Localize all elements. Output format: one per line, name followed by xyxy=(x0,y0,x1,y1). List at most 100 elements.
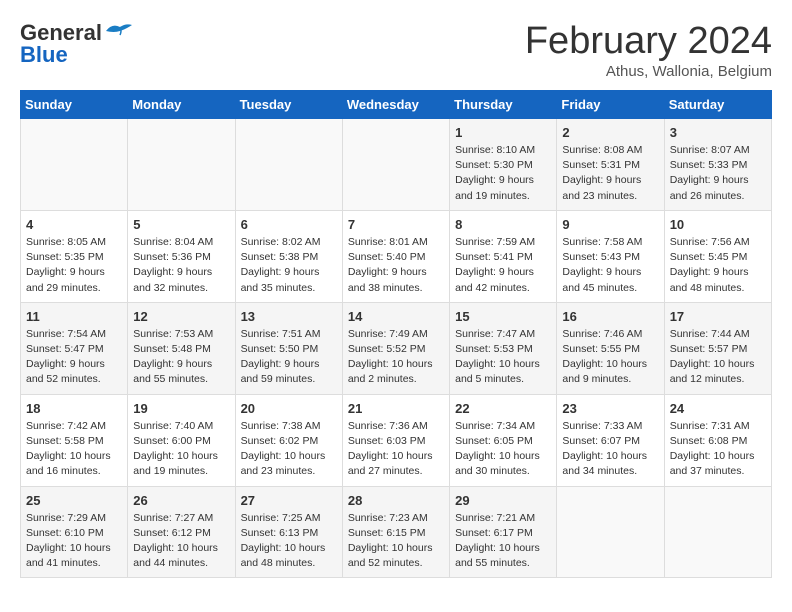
day-number: 7 xyxy=(348,217,444,232)
calendar-cell xyxy=(21,119,128,211)
day-number: 8 xyxy=(455,217,551,232)
calendar-cell xyxy=(342,119,449,211)
day-info: Sunrise: 7:34 AM Sunset: 6:05 PM Dayligh… xyxy=(455,419,551,480)
day-number: 28 xyxy=(348,493,444,508)
calendar-week-row: 18Sunrise: 7:42 AM Sunset: 5:58 PM Dayli… xyxy=(21,394,772,486)
day-info: Sunrise: 7:21 AM Sunset: 6:17 PM Dayligh… xyxy=(455,511,551,572)
calendar-cell: 18Sunrise: 7:42 AM Sunset: 5:58 PM Dayli… xyxy=(21,394,128,486)
calendar-cell: 11Sunrise: 7:54 AM Sunset: 5:47 PM Dayli… xyxy=(21,302,128,394)
calendar-cell: 22 Sunrise: 7:34 AM Sunset: 6:05 PM Dayli… xyxy=(450,394,557,486)
day-number: 14 xyxy=(348,309,444,324)
day-info: Sunrise: 7:40 AM Sunset: 6:00 PM Dayligh… xyxy=(133,419,229,480)
day-number: 29 xyxy=(455,493,551,508)
calendar-cell: 8 Sunrise: 7:59 AM Sunset: 5:41 PM Daylig… xyxy=(450,210,557,302)
day-info: Sunrise: 8:04 AM Sunset: 5:36 PM Dayligh… xyxy=(133,235,229,296)
day-number: 13 xyxy=(241,309,337,324)
calendar-cell: 3 Sunrise: 8:07 AM Sunset: 5:33 PM Daylig… xyxy=(664,119,771,211)
calendar-cell: 1Sunrise: 8:10 AM Sunset: 5:30 PM Daylig… xyxy=(450,119,557,211)
page-header: General Blue February 2024 Athus, Wallon… xyxy=(20,20,772,80)
calendar-cell: 9 Sunrise: 7:58 AM Sunset: 5:43 PM Daylig… xyxy=(557,210,664,302)
day-info: Sunrise: 7:53 AM Sunset: 5:48 PM Dayligh… xyxy=(133,327,229,388)
day-number: 11 xyxy=(26,309,122,324)
calendar-cell: 7 Sunrise: 8:01 AM Sunset: 5:40 PM Daylig… xyxy=(342,210,449,302)
day-number: 5 xyxy=(133,217,229,232)
day-number: 12 xyxy=(133,309,229,324)
header-cell-sunday: Sunday xyxy=(21,91,128,119)
header-cell-tuesday: Tuesday xyxy=(235,91,342,119)
day-info: Sunrise: 7:31 AM Sunset: 6:08 PM Dayligh… xyxy=(670,419,766,480)
day-info: Sunrise: 7:44 AM Sunset: 5:57 PM Dayligh… xyxy=(670,327,766,388)
logo-bird-icon xyxy=(104,21,134,41)
logo: General Blue xyxy=(20,20,134,68)
day-info: Sunrise: 8:10 AM Sunset: 5:30 PM Dayligh… xyxy=(455,143,551,204)
location-subtitle: Athus, Wallonia, Belgium xyxy=(525,63,772,80)
calendar-cell: 12 Sunrise: 7:53 AM Sunset: 5:48 PM Dayli… xyxy=(128,302,235,394)
day-number: 27 xyxy=(241,493,337,508)
title-section: February 2024 Athus, Wallonia, Belgium xyxy=(525,20,772,80)
header-row: SundayMondayTuesdayWednesdayThursdayFrid… xyxy=(21,91,772,119)
day-info: Sunrise: 7:46 AM Sunset: 5:55 PM Dayligh… xyxy=(562,327,658,388)
calendar-cell: 26Sunrise: 7:27 AM Sunset: 6:12 PM Dayli… xyxy=(128,486,235,578)
calendar-week-row: 4Sunrise: 8:05 AM Sunset: 5:35 PM Daylig… xyxy=(21,210,772,302)
day-info: Sunrise: 7:25 AM Sunset: 6:13 PM Dayligh… xyxy=(241,511,337,572)
calendar-cell: 5 Sunrise: 8:04 AM Sunset: 5:36 PM Daylig… xyxy=(128,210,235,302)
day-number: 2 xyxy=(562,125,658,140)
day-number: 17 xyxy=(670,309,766,324)
day-info: Sunrise: 7:59 AM Sunset: 5:41 PM Dayligh… xyxy=(455,235,551,296)
day-info: Sunrise: 8:08 AM Sunset: 5:31 PM Dayligh… xyxy=(562,143,658,204)
day-info: Sunrise: 7:49 AM Sunset: 5:52 PM Dayligh… xyxy=(348,327,444,388)
day-info: Sunrise: 8:02 AM Sunset: 5:38 PM Dayligh… xyxy=(241,235,337,296)
calendar-cell: 10 Sunrise: 7:56 AM Sunset: 5:45 PM Dayli… xyxy=(664,210,771,302)
calendar-cell: 29 Sunrise: 7:21 AM Sunset: 6:17 PM Dayli… xyxy=(450,486,557,578)
day-number: 10 xyxy=(670,217,766,232)
day-info: Sunrise: 8:07 AM Sunset: 5:33 PM Dayligh… xyxy=(670,143,766,204)
calendar-header: SundayMondayTuesdayWednesdayThursdayFrid… xyxy=(21,91,772,119)
day-number: 20 xyxy=(241,401,337,416)
day-info: Sunrise: 7:47 AM Sunset: 5:53 PM Dayligh… xyxy=(455,327,551,388)
day-info: Sunrise: 7:36 AM Sunset: 6:03 PM Dayligh… xyxy=(348,419,444,480)
calendar-body: 1Sunrise: 8:10 AM Sunset: 5:30 PM Daylig… xyxy=(21,119,772,578)
calendar-cell: 21 Sunrise: 7:36 AM Sunset: 6:03 PM Dayli… xyxy=(342,394,449,486)
calendar-cell: 23 Sunrise: 7:33 AM Sunset: 6:07 PM Dayli… xyxy=(557,394,664,486)
month-year-title: February 2024 xyxy=(525,20,772,63)
day-number: 4 xyxy=(26,217,122,232)
day-number: 6 xyxy=(241,217,337,232)
day-number: 21 xyxy=(348,401,444,416)
day-info: Sunrise: 7:58 AM Sunset: 5:43 PM Dayligh… xyxy=(562,235,658,296)
header-cell-thursday: Thursday xyxy=(450,91,557,119)
day-number: 3 xyxy=(670,125,766,140)
day-info: Sunrise: 7:23 AM Sunset: 6:15 PM Dayligh… xyxy=(348,511,444,572)
day-info: Sunrise: 7:51 AM Sunset: 5:50 PM Dayligh… xyxy=(241,327,337,388)
day-info: Sunrise: 7:56 AM Sunset: 5:45 PM Dayligh… xyxy=(670,235,766,296)
calendar-table: SundayMondayTuesdayWednesdayThursdayFrid… xyxy=(20,90,772,578)
header-cell-monday: Monday xyxy=(128,91,235,119)
calendar-cell: 17 Sunrise: 7:44 AM Sunset: 5:57 PM Dayli… xyxy=(664,302,771,394)
calendar-cell: 6 Sunrise: 8:02 AM Sunset: 5:38 PM Daylig… xyxy=(235,210,342,302)
day-number: 23 xyxy=(562,401,658,416)
calendar-cell: 27 Sunrise: 7:25 AM Sunset: 6:13 PM Dayli… xyxy=(235,486,342,578)
calendar-cell xyxy=(128,119,235,211)
day-info: Sunrise: 7:33 AM Sunset: 6:07 PM Dayligh… xyxy=(562,419,658,480)
calendar-cell: 16 Sunrise: 7:46 AM Sunset: 5:55 PM Dayli… xyxy=(557,302,664,394)
calendar-cell: 24 Sunrise: 7:31 AM Sunset: 6:08 PM Dayli… xyxy=(664,394,771,486)
day-number: 15 xyxy=(455,309,551,324)
header-cell-friday: Friday xyxy=(557,91,664,119)
calendar-cell: 14 Sunrise: 7:49 AM Sunset: 5:52 PM Dayli… xyxy=(342,302,449,394)
calendar-cell: 20Sunrise: 7:38 AM Sunset: 6:02 PM Dayli… xyxy=(235,394,342,486)
day-info: Sunrise: 7:29 AM Sunset: 6:10 PM Dayligh… xyxy=(26,511,122,572)
calendar-week-row: 1Sunrise: 8:10 AM Sunset: 5:30 PM Daylig… xyxy=(21,119,772,211)
day-number: 22 xyxy=(455,401,551,416)
day-number: 16 xyxy=(562,309,658,324)
header-cell-saturday: Saturday xyxy=(664,91,771,119)
calendar-cell: 13 Sunrise: 7:51 AM Sunset: 5:50 PM Dayli… xyxy=(235,302,342,394)
day-number: 19 xyxy=(133,401,229,416)
calendar-cell xyxy=(557,486,664,578)
day-info: Sunrise: 8:01 AM Sunset: 5:40 PM Dayligh… xyxy=(348,235,444,296)
calendar-cell: 2 Sunrise: 8:08 AM Sunset: 5:31 PM Daylig… xyxy=(557,119,664,211)
calendar-week-row: 11Sunrise: 7:54 AM Sunset: 5:47 PM Dayli… xyxy=(21,302,772,394)
calendar-cell xyxy=(664,486,771,578)
calendar-cell: 25 Sunrise: 7:29 AM Sunset: 6:10 PM Dayli… xyxy=(21,486,128,578)
day-number: 9 xyxy=(562,217,658,232)
day-number: 25 xyxy=(26,493,122,508)
day-number: 24 xyxy=(670,401,766,416)
